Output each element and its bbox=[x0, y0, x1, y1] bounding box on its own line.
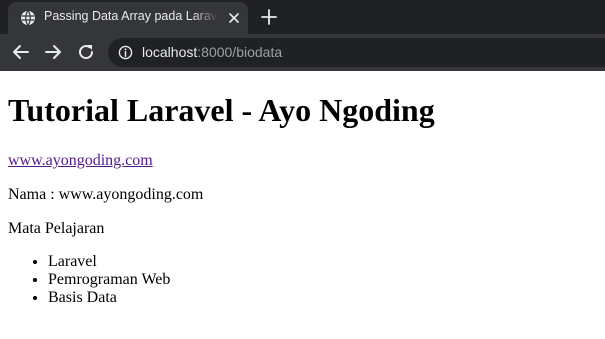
mata-pelajaran-list: Laravel Pemrograman Web Basis Data bbox=[8, 253, 170, 307]
address-bar[interactable]: localhost:8000/biodata bbox=[108, 38, 605, 67]
tab-title: Passing Data Array pada Laravel bbox=[44, 9, 219, 23]
back-arrow-icon[interactable] bbox=[11, 42, 31, 62]
forward-arrow-icon[interactable] bbox=[43, 42, 63, 62]
reload-icon[interactable] bbox=[76, 42, 96, 62]
new-tab-icon[interactable] bbox=[260, 8, 278, 26]
list-item: Laravel bbox=[48, 253, 170, 271]
globe-icon bbox=[21, 10, 35, 26]
tab-strip: Passing Data Array pada Laravel bbox=[0, 0, 605, 34]
page-title: Tutorial Laravel - Ayo Ngoding bbox=[8, 92, 435, 128]
close-icon[interactable] bbox=[226, 10, 242, 26]
list-item: Basis Data bbox=[48, 289, 170, 307]
info-icon[interactable] bbox=[118, 45, 133, 60]
url-path: :8000/biodata bbox=[197, 44, 283, 60]
site-link[interactable]: www.ayongoding.com bbox=[8, 151, 153, 170]
url-host: localhost bbox=[142, 44, 198, 60]
nama-text: Nama : www.ayongoding.com bbox=[8, 186, 204, 203]
browser-toolbar: localhost:8000/biodata bbox=[0, 34, 605, 71]
url-text: localhost:8000/biodata bbox=[142, 44, 282, 60]
browser-chrome: Passing Data Array pada Laravel localhos… bbox=[0, 0, 605, 71]
mata-pelajaran-label: Mata Pelajaran bbox=[8, 220, 105, 237]
browser-tab[interactable]: Passing Data Array pada Laravel bbox=[8, 2, 248, 34]
list-item: Pemrograman Web bbox=[48, 271, 170, 289]
